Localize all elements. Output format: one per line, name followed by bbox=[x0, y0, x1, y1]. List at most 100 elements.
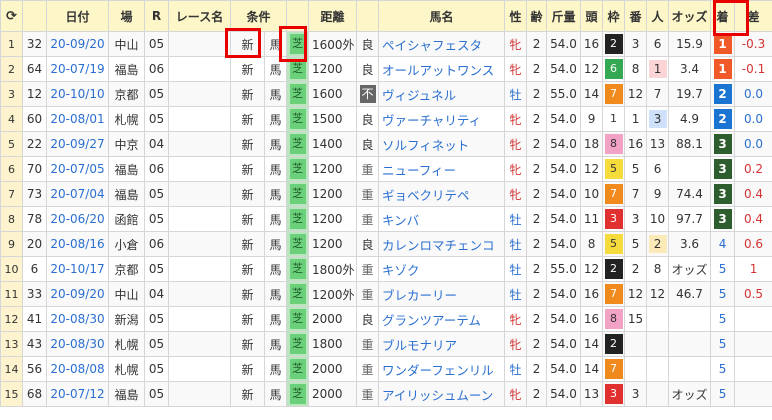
table-row[interactable]: 12 41 20-08/30 新潟 05 新馬芝 2000 良グランツアーテム牝 2 54.0 16… bbox=[0, 306, 772, 332]
table-row[interactable]: 10 6 20-10/17 京都 05 新馬芝 1800外重キゾク牡 2 55.0 12 2 2 8 オッ… bbox=[0, 256, 772, 282]
cell-date[interactable]: 20-08/01 bbox=[46, 106, 109, 132]
cell-horse-name[interactable]: グランツアーテム bbox=[378, 306, 506, 332]
cell-weight: 54.0 bbox=[546, 106, 582, 132]
cell-race-name bbox=[168, 181, 231, 207]
col-age[interactable]: 齢 bbox=[526, 0, 548, 32]
cell-ninki bbox=[646, 381, 670, 407]
cell-horse-name[interactable]: ニューフィー bbox=[378, 156, 506, 182]
cell-horse-name[interactable]: ワンダーフェンリル bbox=[378, 356, 506, 382]
col-sex[interactable]: 性 bbox=[504, 0, 528, 32]
cell-class: 新 bbox=[230, 206, 265, 232]
cell-horse-name[interactable]: ブレカーリー bbox=[378, 281, 506, 307]
cell-rank: 2 bbox=[710, 106, 736, 132]
cell-weight: 55.0 bbox=[546, 81, 582, 107]
col-waku[interactable]: 枠 bbox=[602, 0, 626, 32]
col-distance[interactable]: 距離 bbox=[308, 0, 358, 32]
table-row[interactable]: 5 22 20-09/27 中京 04 新馬芝 1400 良ソルフィネット牝 2 54.0 18 8 1… bbox=[0, 131, 772, 157]
col-condition[interactable]: 条件 bbox=[229, 0, 288, 32]
cell-venue: 中京 bbox=[108, 131, 145, 157]
cell-umaban: 16 bbox=[624, 131, 648, 157]
cell-heads: 14 bbox=[580, 331, 604, 357]
cell-waku: 7 bbox=[602, 356, 626, 382]
col-race-no[interactable]: R bbox=[144, 0, 169, 32]
cell-date[interactable]: 20-06/20 bbox=[46, 206, 109, 232]
cell-horse-name[interactable]: ヴィジュネル bbox=[378, 81, 506, 107]
surface-badge: 芝 bbox=[289, 59, 306, 79]
cell-odds: 4.9 bbox=[668, 106, 712, 132]
cell-track-condition: 重 bbox=[356, 356, 380, 382]
cell-date[interactable]: 20-08/30 bbox=[46, 306, 109, 332]
col-horse-name[interactable]: 馬名 bbox=[378, 0, 506, 32]
cell-odds: 3.6 bbox=[668, 231, 712, 257]
col-diff[interactable]: 差 bbox=[734, 0, 772, 32]
table-row[interactable]: 6 70 20-07/05 福島 06 新馬芝 1200 重ニューフィー牝 2 54.0 12 5 5 6… bbox=[0, 156, 772, 182]
cell-odds: オッズ bbox=[668, 256, 712, 282]
cell-horse-name[interactable]: キゾク bbox=[378, 256, 506, 282]
cell-number: 78 bbox=[22, 206, 47, 232]
cell-horse-name[interactable]: キンバ bbox=[378, 206, 506, 232]
cell-horse-name[interactable]: ソルフィネット bbox=[378, 131, 506, 157]
cell-date[interactable]: 20-09/20 bbox=[46, 31, 109, 57]
col-track[interactable] bbox=[356, 0, 380, 32]
cell-date[interactable]: 20-09/27 bbox=[46, 131, 109, 157]
cell-date[interactable]: 20-07/19 bbox=[46, 56, 109, 82]
col-surface[interactable] bbox=[286, 0, 310, 32]
col-heads[interactable]: 頭 bbox=[580, 0, 604, 32]
table-row[interactable]: 4 60 20-08/01 札幌 05 新馬芝 1500 良ヴァーチャリティ牝 2 54.0 9 1 1… bbox=[0, 106, 772, 132]
cell-rank: 5 bbox=[710, 331, 736, 357]
cell-horse-name[interactable]: ギョベクリテペ bbox=[378, 181, 506, 207]
cell-class: 新 bbox=[230, 156, 265, 182]
cell-weight: 54.0 bbox=[546, 306, 582, 332]
cell-horse-name[interactable]: オールアットワンス bbox=[378, 56, 506, 82]
cell-surface: 芝 bbox=[286, 156, 310, 182]
cell-horse-name[interactable]: ペイシャフェスタ bbox=[378, 31, 506, 57]
table-row[interactable]: 1 32 20-09/20 中山 05 新馬芝 1600外良ペイシャフェスタ牝 2 54.0 16… bbox=[0, 31, 772, 57]
col-date[interactable]: 日付 bbox=[46, 0, 109, 32]
col-race-name[interactable]: レース名 bbox=[168, 0, 231, 32]
cell-horse-name[interactable]: ブルモナリア bbox=[378, 331, 506, 357]
col-rank[interactable]: 着 bbox=[710, 0, 736, 32]
cell-venue: 福島 bbox=[108, 181, 145, 207]
table-row[interactable]: 7 73 20-07/04 福島 05 新馬芝 1200 重ギョベクリテペ牝 2 54.0 10 7 7… bbox=[0, 181, 772, 207]
cell-date[interactable]: 20-07/12 bbox=[46, 381, 109, 407]
cell-date[interactable]: 20-07/04 bbox=[46, 181, 109, 207]
cell-date[interactable]: 20-08/08 bbox=[46, 356, 109, 382]
rank-badge: 5 bbox=[718, 262, 727, 276]
cell-horse-name[interactable]: ヴァーチャリティ bbox=[378, 106, 506, 132]
cell-horse-type: 馬 bbox=[263, 356, 288, 382]
table-row[interactable]: 11 33 20-09/20 中山 04 新馬芝 1200外重ブレカーリー牡 2 54.0 16 7… bbox=[0, 281, 772, 307]
rank-badge: 3 bbox=[713, 134, 732, 154]
table-row[interactable]: 14 56 20-08/08 札幌 05 新馬芝 2000 重ワンダーフェンリル牡 2 54.0 1… bbox=[0, 356, 772, 382]
table-row[interactable]: 13 43 20-08/30 札幌 05 新馬芝 1800 重ブルモナリア牝 2 54.0 14 2 5 bbox=[0, 331, 772, 357]
cell-age: 2 bbox=[526, 56, 548, 82]
cell-date[interactable]: 20-08/30 bbox=[46, 331, 109, 357]
cell-heads: 12 bbox=[580, 156, 604, 182]
row-index: 7 bbox=[0, 181, 23, 207]
cell-horse-name[interactable]: アイリッシュムーン bbox=[378, 381, 506, 407]
cell-date[interactable]: 20-09/20 bbox=[46, 281, 109, 307]
table-row[interactable]: 8 78 20-06/20 函館 05 新馬芝 1200 重キンバ牡 2 54.0 11 3 3 10 97… bbox=[0, 206, 772, 232]
cell-diff: -0.1 bbox=[734, 56, 772, 82]
cell-date[interactable]: 20-08/16 bbox=[46, 231, 109, 257]
cell-race-name bbox=[168, 106, 231, 132]
table-row[interactable]: 9 20 20-08/16 小倉 06 新馬芝 1200 良カレンロマチェンコ牡 2 54.0 8 5… bbox=[0, 231, 772, 257]
cell-horse-name[interactable]: カレンロマチェンコ bbox=[378, 231, 506, 257]
col-umaban[interactable]: 番 bbox=[624, 0, 648, 32]
cell-rank: 5 bbox=[710, 356, 736, 382]
refresh-button[interactable]: ⟳ bbox=[0, 0, 23, 32]
cell-date[interactable]: 20-10/17 bbox=[46, 256, 109, 282]
col-number[interactable] bbox=[22, 0, 47, 32]
ninki-badge: 1 bbox=[648, 60, 667, 78]
cell-waku: 7 bbox=[602, 281, 626, 307]
col-weight[interactable]: 斤量 bbox=[546, 0, 582, 32]
surface-badge: 芝 bbox=[289, 34, 306, 54]
col-venue[interactable]: 場 bbox=[108, 0, 145, 32]
cell-date[interactable]: 20-10/10 bbox=[46, 81, 109, 107]
col-ninki[interactable]: 人 bbox=[646, 0, 670, 32]
table-row[interactable]: 3 12 20-10/10 京都 05 新馬芝 1600 不ヴィジュネル牡 2 55.0 14 7 12… bbox=[0, 81, 772, 107]
table-row[interactable]: 15 68 20-07/12 福島 05 新馬芝 2000 重アイリッシュムーン牝 2 54.0 1… bbox=[0, 381, 772, 407]
cell-date[interactable]: 20-07/05 bbox=[46, 156, 109, 182]
col-odds[interactable]: オッズ bbox=[668, 0, 712, 32]
table-row[interactable]: 2 64 20-07/19 福島 06 新馬芝 1200 良オールアットワンス牝 2 54.0 12… bbox=[0, 56, 772, 82]
cell-diff: 0.2 bbox=[734, 156, 772, 182]
